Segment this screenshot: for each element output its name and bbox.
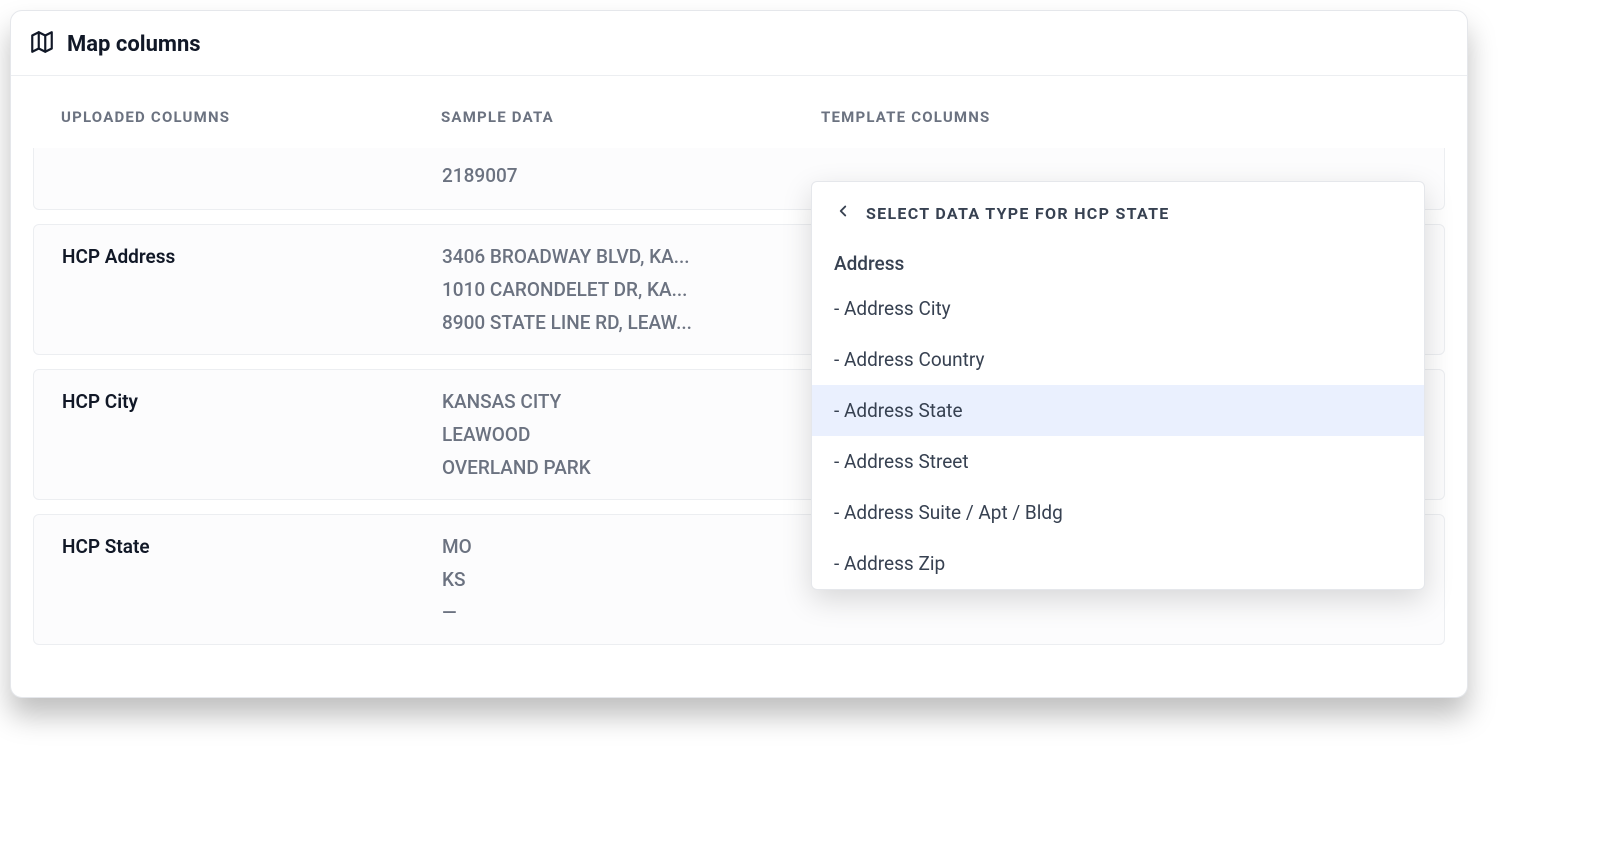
dropdown-item-address-zip[interactable]: - Address Zip — [812, 538, 1424, 589]
column-headers: UPLOADED COLUMNS SAMPLE DATA TEMPLATE CO… — [11, 76, 1467, 148]
dropdown-item-address-country[interactable]: - Address Country — [812, 334, 1424, 385]
map-columns-card: Map columns UPLOADED COLUMNS SAMPLE DATA… — [10, 10, 1468, 698]
chevron-left-icon[interactable] — [834, 202, 852, 224]
data-type-dropdown[interactable]: SELECT DATA TYPE FOR HCP STATE Address -… — [811, 181, 1425, 590]
sample-value: 3406 BROADWAY BLVD, KA... — [442, 245, 822, 268]
sample-value: 8900 STATE LINE RD, LEAW... — [442, 311, 822, 334]
dropdown-item-address-city[interactable]: - Address City — [812, 283, 1424, 334]
dropdown-item-address-state[interactable]: - Address State — [812, 385, 1424, 436]
sample-values: KANSAS CITY LEAWOOD OVERLAND PARK — [442, 390, 822, 479]
sample-values: 2189007 — [442, 164, 822, 187]
dropdown-item-address-street[interactable]: - Address Street — [812, 436, 1424, 487]
sample-value: KS — [442, 568, 822, 591]
dropdown-header: SELECT DATA TYPE FOR HCP STATE — [812, 182, 1424, 244]
sample-value: 1010 CARONDELET DR, KA... — [442, 278, 822, 301]
template-columns-header: TEMPLATE COLUMNS — [821, 108, 1417, 126]
dropdown-title: SELECT DATA TYPE FOR HCP STATE — [866, 204, 1170, 223]
sample-value: LEAWOOD — [442, 423, 822, 446]
map-icon — [29, 29, 55, 59]
sample-value: OVERLAND PARK — [442, 456, 822, 479]
sample-values: 3406 BROADWAY BLVD, KA... 1010 CARONDELE… — [442, 245, 822, 334]
sample-value: KANSAS CITY — [442, 390, 822, 413]
sample-data-header: SAMPLE DATA — [441, 108, 821, 126]
uploaded-column-name: HCP State — [62, 535, 442, 558]
sample-value: — — [442, 601, 822, 624]
uploaded-column-name: HCP City — [62, 390, 442, 413]
sample-value: MO — [442, 535, 822, 558]
card-header: Map columns — [11, 11, 1467, 76]
sample-value: 2189007 — [442, 164, 822, 187]
card-title: Map columns — [67, 32, 201, 57]
dropdown-item-address-suite[interactable]: - Address Suite / Apt / Bldg — [812, 487, 1424, 538]
uploaded-column-name: HCP Address — [62, 245, 442, 268]
dropdown-group-label: Address — [812, 244, 1424, 283]
sample-values: MO KS — — [442, 535, 822, 624]
uploaded-columns-header: UPLOADED COLUMNS — [61, 108, 441, 126]
